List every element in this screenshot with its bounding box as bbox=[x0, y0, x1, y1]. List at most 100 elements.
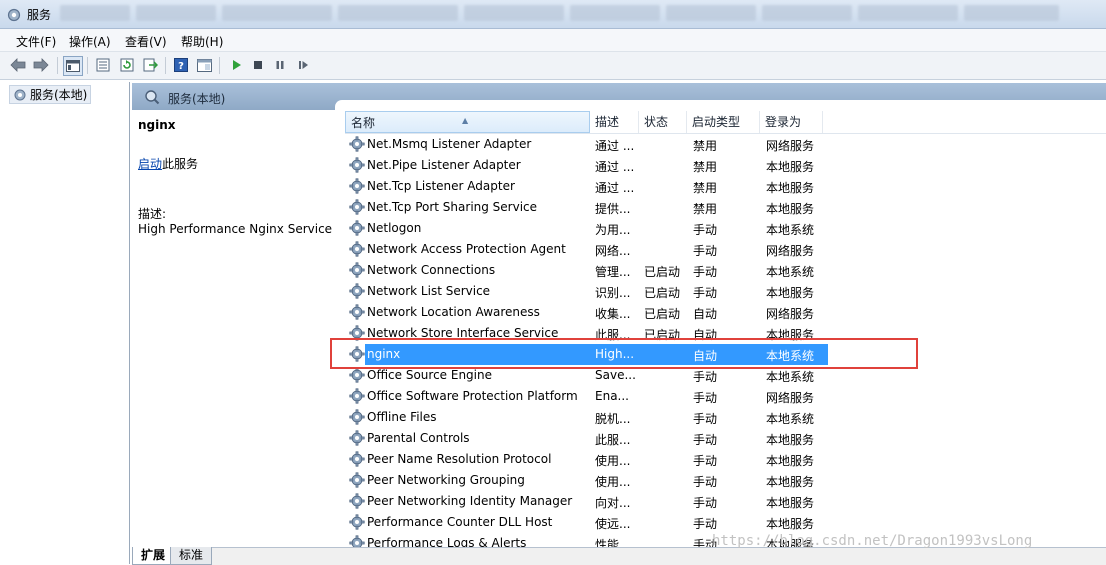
help-icon[interactable]: ? bbox=[172, 56, 190, 74]
watermark: https://blog.csdn.net/Dragon1993vsLong bbox=[712, 533, 1033, 549]
description-label: 描述: bbox=[138, 207, 167, 221]
service-gear-icon bbox=[349, 367, 365, 383]
service-description-cell: 网络... bbox=[595, 244, 631, 258]
table-row[interactable]: Performance Counter DLL Host 使远... 手动 本地服务 bbox=[345, 512, 1106, 533]
show-hide-icon[interactable] bbox=[195, 56, 213, 74]
forward-icon[interactable] bbox=[32, 56, 50, 74]
tab-standard[interactable]: 标准 bbox=[170, 547, 213, 565]
service-logon-cell: 本地服务 bbox=[766, 181, 815, 195]
table-row[interactable]: Net.Tcp Port Sharing Service 提供... 禁用 本地服务 bbox=[345, 197, 1106, 218]
service-name-cell: Netlogon bbox=[367, 221, 422, 235]
menu-view[interactable]: 查看(V) bbox=[125, 33, 167, 50]
service-gear-icon bbox=[349, 262, 365, 278]
service-description-cell: 通过 ... bbox=[595, 181, 635, 195]
service-startup-type-cell: 手动 bbox=[693, 475, 718, 489]
table-row[interactable]: Netlogon 为用... 手动 本地系统 bbox=[345, 218, 1106, 239]
console-tree: 服务(本地) bbox=[5, 82, 130, 564]
service-name-cell: Office Source Engine bbox=[367, 368, 492, 382]
start-service-line: 启动此服务 bbox=[138, 155, 198, 172]
service-name-cell: Offline Files bbox=[367, 410, 437, 424]
services-gear-icon bbox=[14, 89, 26, 100]
service-logon-cell: 网络服务 bbox=[766, 244, 815, 258]
service-name-cell: Net.Tcp Port Sharing Service bbox=[367, 200, 538, 214]
properties-icon[interactable] bbox=[94, 56, 112, 74]
table-row[interactable]: Network Location Awareness 收集... 已启动 自动 网络服务 bbox=[345, 302, 1106, 323]
table-row[interactable]: Net.Tcp Listener Adapter 通过 ... 禁用 本地服务 bbox=[345, 176, 1106, 197]
start-service-link[interactable]: 启动 bbox=[138, 157, 162, 171]
column-header-startup-type[interactable]: 启动类型 bbox=[687, 111, 760, 133]
services-gear-icon bbox=[7, 8, 21, 22]
console-tree-icon[interactable] bbox=[63, 56, 83, 76]
table-row[interactable]: Peer Name Resolution Protocol 使用... 手动 本地服务 bbox=[345, 449, 1106, 470]
service-startup-type-cell: 禁用 bbox=[693, 139, 718, 153]
table-row[interactable]: Network Connections 管理... 已启动 手动 本地系统 bbox=[345, 260, 1106, 281]
menu-file[interactable]: 文件(F) bbox=[16, 33, 56, 50]
table-row[interactable]: Peer Networking Identity Manager 向对... 手动 本… bbox=[345, 491, 1106, 512]
pause-service-icon[interactable] bbox=[271, 56, 289, 74]
service-description-cell: 此服... bbox=[595, 433, 631, 447]
start-service-icon[interactable] bbox=[227, 56, 245, 74]
service-startup-type-cell: 手动 bbox=[693, 391, 718, 405]
refresh-icon[interactable] bbox=[118, 56, 136, 74]
service-logon-cell: 本地系统 bbox=[766, 265, 815, 279]
service-gear-icon bbox=[349, 430, 365, 446]
service-gear-icon bbox=[349, 451, 365, 467]
service-name-cell: Network Location Awareness bbox=[367, 305, 540, 319]
service-name-cell: Net.Msmq Listener Adapter bbox=[367, 137, 532, 151]
column-header-status[interactable]: 状态 bbox=[639, 111, 687, 133]
resume-service-icon[interactable] bbox=[294, 56, 312, 74]
menu-help[interactable]: 帮助(H) bbox=[181, 33, 223, 50]
service-logon-cell: 本地服务 bbox=[766, 475, 815, 489]
service-gear-icon bbox=[349, 241, 365, 257]
service-logon-cell: 本地服务 bbox=[766, 433, 815, 447]
export-list-icon[interactable] bbox=[141, 56, 159, 74]
service-gear-icon bbox=[349, 283, 365, 299]
table-row[interactable]: Office Software Protection Platform Ena..… bbox=[345, 386, 1106, 407]
service-gear-icon bbox=[349, 157, 365, 173]
panel-header-title: 服务(本地) bbox=[168, 92, 226, 106]
service-gear-icon bbox=[349, 514, 365, 530]
svg-text:?: ? bbox=[178, 61, 184, 72]
service-name-cell: Peer Networking Grouping bbox=[367, 473, 525, 487]
back-icon[interactable] bbox=[9, 56, 27, 74]
stop-service-icon[interactable] bbox=[249, 56, 267, 74]
service-logon-cell: 网络服务 bbox=[766, 391, 815, 405]
service-description-cell: 使用... bbox=[595, 475, 631, 489]
tree-node-label: 服务(本地) bbox=[30, 88, 88, 102]
service-gear-icon bbox=[349, 535, 365, 547]
column-header-logon-as[interactable]: 登录为 bbox=[760, 111, 823, 133]
column-header-name[interactable]: ▲ 名称 bbox=[345, 111, 590, 133]
service-name-cell: Peer Networking Identity Manager bbox=[367, 494, 573, 508]
service-description-cell: 提供... bbox=[595, 202, 631, 216]
service-description-cell: 性能... bbox=[595, 538, 631, 547]
table-row[interactable]: Network Access Protection Agent 网络... 手动 网络… bbox=[345, 239, 1106, 260]
service-name-cell: Parental Controls bbox=[367, 431, 470, 445]
table-row[interactable]: Net.Msmq Listener Adapter 通过 ... 禁用 网络服务 bbox=[345, 134, 1106, 155]
tree-node-services-local[interactable]: 服务(本地) bbox=[9, 85, 92, 104]
selected-service-name: nginx bbox=[138, 118, 176, 132]
service-description-cell: 使用... bbox=[595, 454, 631, 468]
window-title: 服务 bbox=[27, 8, 52, 22]
column-header-description[interactable]: 描述 bbox=[590, 111, 639, 133]
service-logon-cell: 本地服务 bbox=[766, 160, 815, 174]
service-startup-type-cell: 手动 bbox=[693, 454, 718, 468]
service-description-cell: 识别... bbox=[595, 286, 631, 300]
table-row[interactable]: Peer Networking Grouping 使用... 手动 本地服务 bbox=[345, 470, 1106, 491]
service-description-cell: 使远... bbox=[595, 517, 631, 531]
service-logon-cell: 本地系统 bbox=[766, 412, 815, 426]
description-text: High Performance Nginx Service bbox=[138, 222, 333, 236]
table-row[interactable]: Net.Pipe Listener Adapter 通过 ... 禁用 本地服务 bbox=[345, 155, 1106, 176]
table-row[interactable]: Parental Controls 此服... 手动 本地服务 bbox=[345, 428, 1106, 449]
service-startup-type-cell: 手动 bbox=[693, 433, 718, 447]
menu-action[interactable]: 操作(A) bbox=[69, 33, 111, 50]
service-startup-type-cell: 手动 bbox=[693, 223, 718, 237]
table-row[interactable]: Offline Files 脱机... 手动 本地系统 bbox=[345, 407, 1106, 428]
service-logon-cell: 本地服务 bbox=[766, 454, 815, 468]
service-logon-cell: 本地系统 bbox=[766, 223, 815, 237]
service-logon-cell: 网络服务 bbox=[766, 307, 815, 321]
service-startup-type-cell: 手动 bbox=[693, 286, 718, 300]
service-description-cell: 收集... bbox=[595, 307, 631, 321]
tab-extended[interactable]: 扩展 bbox=[132, 547, 175, 565]
table-row[interactable]: Network List Service 识别... 已启动 手动 本地服务 bbox=[345, 281, 1106, 302]
service-gear-icon bbox=[349, 409, 365, 425]
